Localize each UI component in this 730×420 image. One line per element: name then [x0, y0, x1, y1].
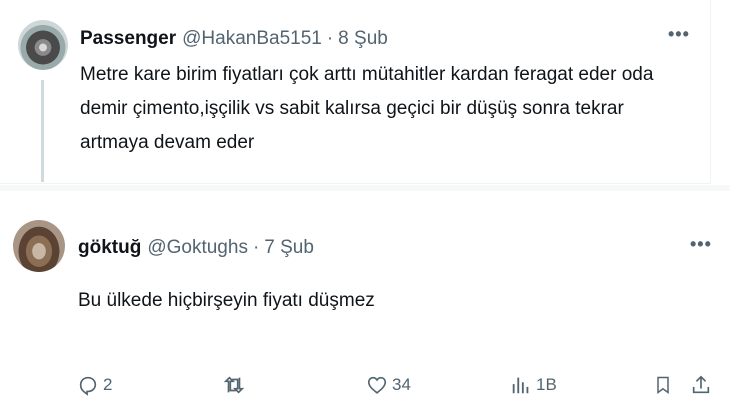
user-handle[interactable]: @Goktughs: [147, 237, 248, 259]
like-icon: [367, 376, 387, 394]
tweet-header: göktuğ @Goktughs · 7 Şub: [78, 237, 314, 259]
reply-button[interactable]: 2: [77, 370, 112, 400]
share-button[interactable]: [690, 370, 712, 400]
user-name[interactable]: göktuğ: [78, 237, 141, 259]
tweet-date[interactable]: 8 Şub: [338, 28, 388, 50]
bookmark-button[interactable]: [653, 370, 673, 400]
retweet-icon: [223, 376, 245, 394]
more-icon[interactable]: •••: [690, 234, 712, 255]
share-icon: [692, 375, 710, 394]
more-icon[interactable]: •••: [668, 24, 690, 45]
user-handle[interactable]: @HakanBa5151: [182, 28, 322, 50]
tweet-date[interactable]: 7 Şub: [264, 237, 314, 259]
tweet-text: Bu ülkede hiçbirşeyin fiyatı düşmez: [78, 290, 375, 311]
bookmark-icon: [657, 376, 669, 394]
like-count: 34: [392, 375, 411, 394]
reply-count: 2: [103, 375, 113, 394]
tweet-text: Metre kare birim fiyatları çok arttı müt…: [80, 64, 654, 153]
views-button[interactable]: 1B: [510, 370, 557, 400]
like-button[interactable]: 34: [366, 370, 411, 400]
divider: [0, 185, 730, 191]
views-icon: [512, 377, 529, 394]
separator-dot: ·: [326, 28, 334, 49]
reply-icon: [79, 376, 97, 396]
avatar[interactable]: [18, 20, 68, 70]
user-name[interactable]: Passenger: [80, 28, 176, 50]
tweet-header: Passenger @HakanBa5151 · 8 Şub: [80, 28, 388, 50]
retweet-button[interactable]: [222, 370, 250, 400]
avatar[interactable]: [13, 220, 65, 272]
separator-dot: ·: [252, 237, 260, 258]
thread-connector-line: [41, 80, 44, 182]
views-count: 1B: [536, 375, 557, 394]
